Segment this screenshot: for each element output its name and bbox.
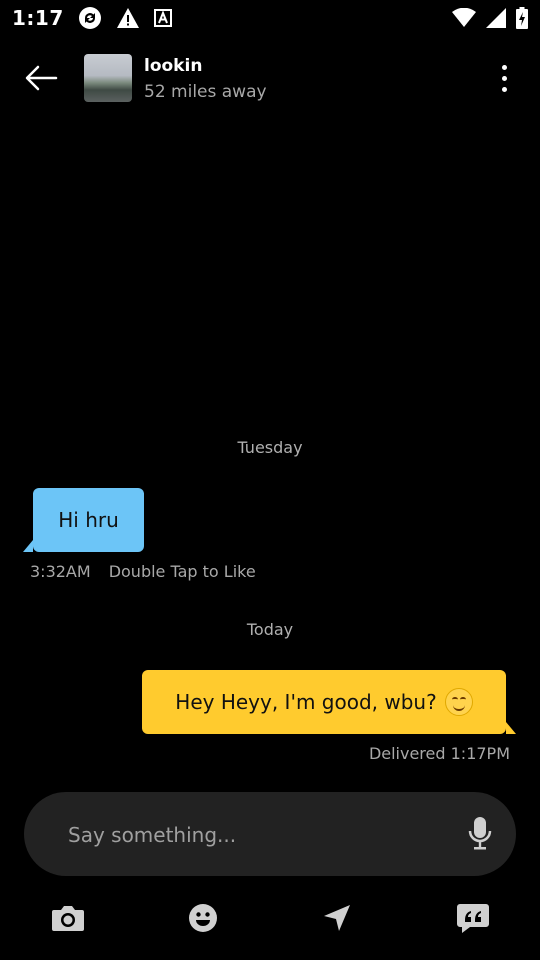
contact-name[interactable]: lookin [144,56,202,76]
sync-icon [78,6,102,30]
warning-icon [116,7,140,29]
location-arrow-icon[interactable] [317,900,357,936]
emoji-icon[interactable] [183,900,223,936]
back-button[interactable] [22,62,62,94]
a-box-icon [153,9,172,27]
contact-avatar[interactable] [84,54,132,102]
message-text: Hey Heyy, I'm good, wbu? [175,690,437,714]
outgoing-message-bubble[interactable]: Hey Heyy, I'm good, wbu? [142,670,516,734]
microphone-icon[interactable] [468,816,492,854]
smiling-face-emoji [444,688,473,716]
quick-reply-icon[interactable] [453,900,493,936]
message-time: 3:32AM [30,562,91,581]
wifi-icon [452,8,476,28]
contact-distance: 52 miles away [144,82,267,102]
camera-icon[interactable] [48,900,88,936]
bottom-toolbar [0,892,540,944]
message-input[interactable] [66,814,450,856]
signal-icon [486,8,506,28]
status-time: 1:17 [12,6,64,30]
incoming-message-bubble[interactable]: Hi hru [23,488,144,552]
status-bar: 1:17 [0,0,540,36]
battery-icon [516,7,528,29]
incoming-message-meta: 3:32AM Double Tap to Like [30,562,256,581]
day-separator: Today [246,620,294,639]
message-composer [24,792,516,876]
back-arrow-icon [22,65,58,98]
day-separator: Tuesday [237,438,303,457]
message-text: Hi hru [58,508,119,532]
chat-header: lookin 52 miles away [0,50,540,108]
double-tap-hint: Double Tap to Like [108,562,256,581]
delivery-status: Delivered 1:17PM [368,744,510,763]
overflow-menu-icon[interactable] [494,62,514,94]
